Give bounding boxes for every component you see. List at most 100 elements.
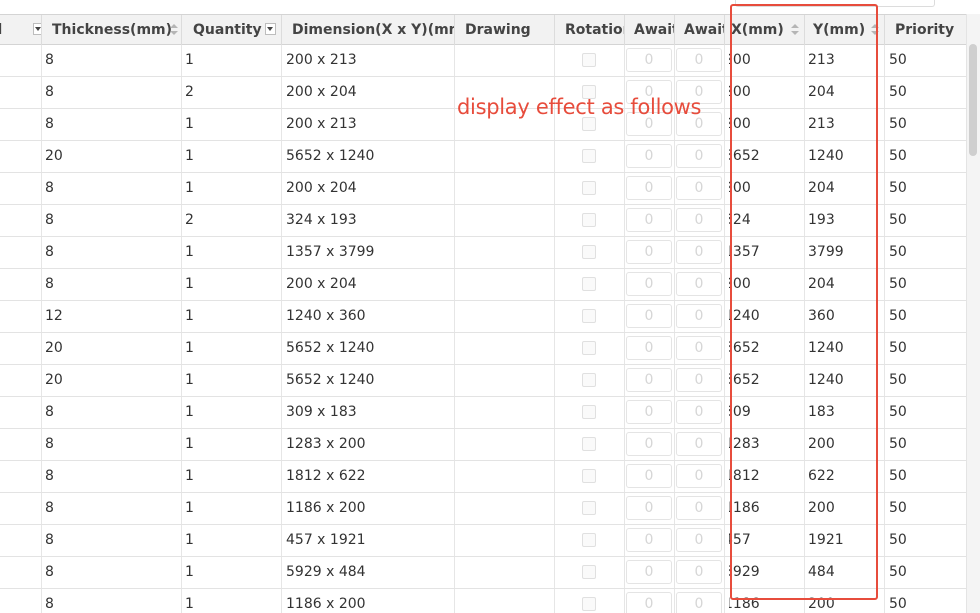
table-row[interactable]: 811186 x 200 00 118620050 (0, 493, 966, 525)
cell-quantity: 2 (182, 77, 282, 108)
cell-thickness: 8 (42, 493, 182, 524)
column-header-await2[interactable]: Await (675, 15, 725, 45)
cell-dimension: 1357 x 3799 (282, 237, 455, 268)
table-row[interactable]: 81309 x 183 00 30918350 (0, 397, 966, 429)
rotation-checkbox[interactable] (582, 437, 596, 451)
await-input[interactable]: 0 (676, 560, 722, 584)
rotation-checkbox[interactable] (582, 501, 596, 515)
column-header-rotation[interactable]: Rotation (555, 15, 625, 45)
rotation-checkbox[interactable] (582, 309, 596, 323)
await-input[interactable]: 0 (676, 528, 722, 552)
await-input[interactable]: 0 (626, 208, 672, 232)
table-row[interactable]: 811283 x 200 00 128320050 (0, 429, 966, 461)
await-input[interactable]: 0 (676, 464, 722, 488)
cell-x: 200 (729, 109, 805, 140)
cell-priority: 50 (885, 557, 966, 588)
rotation-checkbox[interactable] (582, 341, 596, 355)
table-row[interactable]: 811357 x 3799 00 1357379950 (0, 237, 966, 269)
rotation-checkbox[interactable] (582, 597, 596, 611)
column-header-material[interactable]: al (0, 15, 42, 45)
rotation-checkbox[interactable] (582, 469, 596, 483)
sort-arrows-icon[interactable] (791, 24, 799, 36)
scrollbar-thumb[interactable] (969, 44, 977, 156)
cell-material (0, 269, 42, 300)
column-header-quantity[interactable]: Quantity (182, 15, 282, 45)
await-input[interactable]: 0 (676, 240, 722, 264)
filter-dropdown-icon[interactable] (33, 23, 41, 35)
await-input[interactable]: 0 (626, 144, 672, 168)
await-input[interactable]: 0 (676, 208, 722, 232)
await-input[interactable]: 0 (676, 432, 722, 456)
cell-y: 204 (805, 173, 885, 204)
rotation-checkbox[interactable] (582, 213, 596, 227)
table-row[interactable]: 2015652 x 1240 00 5652124050 (0, 333, 966, 365)
await-input[interactable]: 0 (626, 528, 672, 552)
await-input[interactable]: 0 (626, 48, 672, 72)
cell-y: 1240 (805, 141, 885, 172)
await-input[interactable]: 0 (676, 336, 722, 360)
column-header-drawing[interactable]: Drawing (455, 15, 555, 45)
filter-dropdown-icon[interactable] (265, 23, 276, 35)
await-input[interactable]: 0 (676, 592, 722, 613)
await-input[interactable]: 0 (626, 400, 672, 424)
table-row[interactable]: 81200 x 204 00 20020450 (0, 173, 966, 205)
await-input[interactable]: 0 (676, 496, 722, 520)
table-row[interactable]: 1211240 x 360 00 124036050 (0, 301, 966, 333)
table-row[interactable]: 815929 x 484 00 592948450 (0, 557, 966, 589)
vertical-scrollbar[interactable] (966, 14, 980, 613)
sort-arrows-icon[interactable] (170, 24, 178, 36)
await-input[interactable]: 0 (676, 144, 722, 168)
column-header-label: Priority (895, 22, 955, 38)
await-input[interactable]: 0 (676, 272, 722, 296)
await-input[interactable]: 0 (676, 176, 722, 200)
await-input[interactable]: 0 (626, 496, 672, 520)
await-input[interactable]: 0 (626, 560, 672, 584)
column-header-thickness[interactable]: Thickness(mm) (42, 15, 182, 45)
await-input[interactable]: 0 (676, 368, 722, 392)
search-input-edge[interactable] (735, 0, 935, 7)
rotation-checkbox[interactable] (582, 533, 596, 547)
rotation-checkbox[interactable] (582, 181, 596, 195)
rotation-checkbox[interactable] (582, 405, 596, 419)
cell-await2: 0 (675, 173, 725, 204)
await-input[interactable]: 0 (626, 368, 672, 392)
column-header-dimension[interactable]: Dimension(X x Y)(mm) (282, 15, 455, 45)
cell-dimension: 5652 x 1240 (282, 365, 455, 396)
column-header-x[interactable]: X(mm) (725, 15, 805, 45)
table-row[interactable]: 2015652 x 1240 00 5652124050 (0, 365, 966, 397)
table-row[interactable]: 81457 x 1921 00 457192150 (0, 525, 966, 557)
await-input[interactable]: 0 (676, 400, 722, 424)
rotation-checkbox[interactable] (582, 277, 596, 291)
cell-quantity: 1 (182, 557, 282, 588)
column-header-priority[interactable]: Priority (885, 15, 966, 45)
table-row[interactable]: 2015652 x 1240 00 5652124050 (0, 141, 966, 173)
await-input[interactable]: 0 (626, 272, 672, 296)
await-input[interactable]: 0 (626, 336, 672, 360)
rotation-checkbox[interactable] (582, 373, 596, 387)
table-row[interactable]: 811186 x 200 00 118620050 (0, 589, 966, 613)
sort-arrows-icon[interactable] (871, 24, 879, 36)
cell-thickness: 12 (42, 301, 182, 332)
cell-dimension: 200 x 204 (282, 269, 455, 300)
await-input[interactable]: 0 (626, 240, 672, 264)
cell-await1: 0 (625, 173, 675, 204)
await-input[interactable]: 0 (626, 464, 672, 488)
await-input[interactable]: 0 (676, 48, 722, 72)
await-input[interactable]: 0 (626, 176, 672, 200)
table-row[interactable]: 81200 x 204 00 20020450 (0, 269, 966, 301)
await-input[interactable]: 0 (676, 304, 722, 328)
cell-priority: 50 (885, 493, 966, 524)
table-row[interactable]: 811812 x 622 00 181262250 (0, 461, 966, 493)
rotation-checkbox[interactable] (582, 149, 596, 163)
table-row[interactable]: 81200 x 213 00 20021350 (0, 45, 966, 77)
table-row[interactable]: 82324 x 193 00 32419350 (0, 205, 966, 237)
rotation-checkbox[interactable] (582, 53, 596, 67)
rotation-checkbox[interactable] (582, 565, 596, 579)
column-header-await1[interactable]: Await (625, 15, 675, 45)
rotation-checkbox[interactable] (582, 245, 596, 259)
column-header-y[interactable]: Y(mm) (805, 15, 885, 45)
await-input[interactable]: 0 (626, 304, 672, 328)
rotation-checkbox[interactable] (582, 117, 596, 131)
await-input[interactable]: 0 (626, 432, 672, 456)
await-input[interactable]: 0 (626, 592, 672, 613)
